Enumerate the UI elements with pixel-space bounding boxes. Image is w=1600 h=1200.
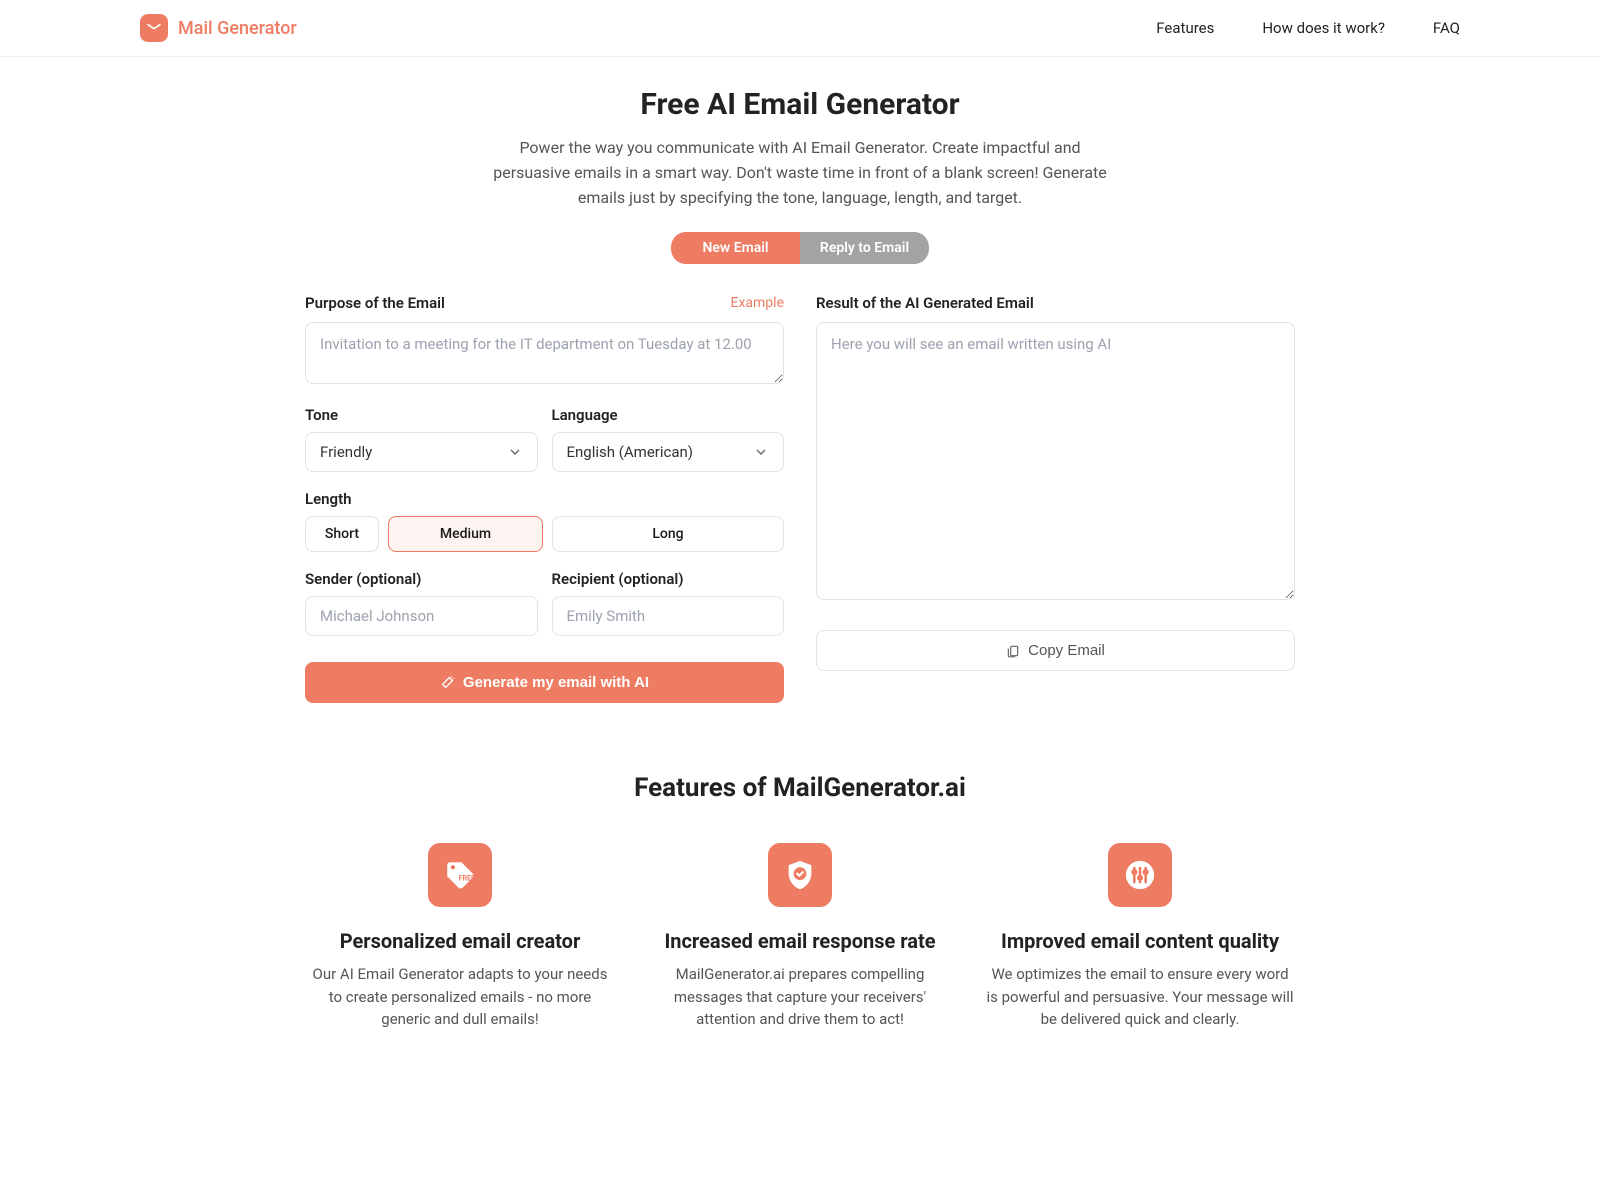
example-link[interactable]: Example <box>731 295 784 311</box>
logo-text: Mail Generator <box>178 18 297 39</box>
generate-label: Generate my email with AI <box>463 674 649 691</box>
result-column: Result of the AI Generated Email Copy Em… <box>816 294 1295 703</box>
tone-label: Tone <box>305 406 538 424</box>
tag-icon: FREE <box>428 843 492 907</box>
sender-label: Sender (optional) <box>305 570 538 588</box>
features-title: Features of MailGenerator.ai <box>305 773 1295 803</box>
recipient-label: Recipient (optional) <box>552 570 785 588</box>
generate-button[interactable]: Generate my email with AI <box>305 662 784 703</box>
sender-input[interactable] <box>305 596 538 636</box>
length-medium[interactable]: Medium <box>388 516 543 552</box>
length-short[interactable]: Short <box>305 516 379 552</box>
language-select[interactable]: English (American) <box>552 432 785 472</box>
tab-new-email[interactable]: New Email <box>671 232 800 264</box>
length-long[interactable]: Long <box>552 516 784 552</box>
result-label: Result of the AI Generated Email <box>816 294 1034 312</box>
feature-card: FREE Personalized email creator Our AI E… <box>305 843 615 1031</box>
sliders-icon <box>1108 843 1172 907</box>
feature-desc: MailGenerator.ai prepares compelling mes… <box>645 963 955 1031</box>
feature-card: Improved email content quality We optimi… <box>985 843 1295 1031</box>
copy-label: Copy Email <box>1028 642 1105 659</box>
length-label: Length <box>305 490 784 508</box>
tab-reply-email[interactable]: Reply to Email <box>800 232 929 264</box>
nav-links: Features How does it work? FAQ <box>1156 19 1460 37</box>
mode-tabs: New Email Reply to Email <box>671 232 929 264</box>
svg-text:FREE: FREE <box>459 874 475 883</box>
page-subtitle: Power the way you communicate with AI Em… <box>490 136 1110 210</box>
shield-check-icon <box>768 843 832 907</box>
feature-desc: Our AI Email Generator adapts to your ne… <box>305 963 615 1031</box>
clipboard-icon <box>1006 644 1020 658</box>
feature-title: Increased email response rate <box>645 929 955 953</box>
nav-how[interactable]: How does it work? <box>1262 19 1385 37</box>
copy-button[interactable]: Copy Email <box>816 630 1295 671</box>
page-title: Free AI Email Generator <box>305 87 1295 122</box>
form-column: Purpose of the Email Example Tone Friend… <box>305 294 784 703</box>
result-output[interactable] <box>816 322 1295 600</box>
magic-wand-icon <box>440 675 455 690</box>
chevron-down-icon <box>753 444 769 460</box>
feature-desc: We optimizes the email to ensure every w… <box>985 963 1295 1031</box>
logo-icon <box>140 14 168 42</box>
feature-title: Personalized email creator <box>305 929 615 953</box>
tone-select[interactable]: Friendly <box>305 432 538 472</box>
feature-card: Increased email response rate MailGenera… <box>645 843 955 1031</box>
logo[interactable]: Mail Generator <box>140 14 297 42</box>
nav-faq[interactable]: FAQ <box>1433 19 1460 37</box>
top-nav: Mail Generator Features How does it work… <box>0 0 1600 57</box>
chevron-down-icon <box>507 444 523 460</box>
purpose-input[interactable] <box>305 322 784 384</box>
language-label: Language <box>552 406 785 424</box>
purpose-label: Purpose of the Email <box>305 294 445 312</box>
recipient-input[interactable] <box>552 596 785 636</box>
nav-features[interactable]: Features <box>1156 19 1214 37</box>
tone-value: Friendly <box>320 443 372 461</box>
feature-title: Improved email content quality <box>985 929 1295 953</box>
language-value: English (American) <box>567 443 694 461</box>
